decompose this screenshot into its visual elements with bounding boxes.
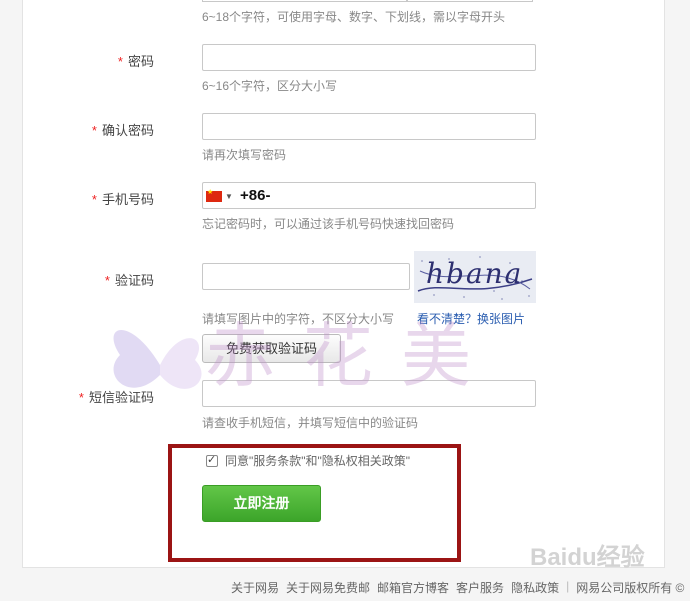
sms-code-hint: 请查收手机短信，并填写短信中的验证码	[202, 416, 419, 430]
sms-code-label: * 短信验证码	[78, 390, 154, 405]
password-label: * 密码	[117, 54, 154, 69]
footer-link-service[interactable]: 客户服务	[456, 579, 504, 596]
get-sms-code-button[interactable]: 免费获取验证码	[202, 334, 341, 363]
confirm-password-hint: 请再次填写密码	[202, 148, 287, 162]
phone-input[interactable]: ▼ +86-	[202, 182, 536, 209]
country-code: +86-	[240, 187, 271, 204]
captcha-hint: 请填写图片中的字符，不区分大小写	[202, 312, 395, 326]
country-select[interactable]: ▼	[206, 187, 236, 205]
china-flag-icon	[206, 188, 222, 202]
required-star: *	[78, 390, 84, 405]
phone-label: * 手机号码	[91, 192, 154, 207]
captcha-image[interactable]: hbana	[414, 251, 536, 303]
footer-link-blog[interactable]: 邮箱官方博客	[377, 579, 449, 596]
footer-link-about-mail[interactable]: 关于网易免费邮	[286, 579, 370, 596]
confirm-password-label: * 确认密码	[91, 123, 154, 138]
username-hint: 6~18个字符，可使用字母、数字、下划线，需以字母开头	[202, 10, 506, 24]
captcha-label: * 验证码	[104, 273, 154, 288]
required-star: *	[104, 273, 110, 288]
footer: 关于网易 关于网易免费邮 邮箱官方博客 客户服务 隐私政策 | 网易公司版权所有…	[231, 579, 690, 596]
email-domain-select[interactable]	[407, 0, 533, 2]
footer-separator: |	[566, 579, 570, 593]
required-star: *	[91, 192, 97, 207]
password-hint: 6~16个字符，区分大小写	[202, 79, 338, 93]
sms-code-input[interactable]	[202, 380, 536, 407]
username-input[interactable]	[202, 0, 407, 2]
highlight-box	[168, 444, 461, 562]
required-star: *	[117, 54, 123, 69]
refresh-captcha-link[interactable]: 看不清楚？换张图片	[417, 310, 525, 327]
footer-link-about[interactable]: 关于网易	[231, 579, 279, 596]
caret-down-icon: ▼	[225, 191, 233, 201]
captcha-text: hbana	[426, 257, 524, 290]
required-star: *	[91, 123, 97, 138]
captcha-input[interactable]	[202, 263, 410, 290]
footer-link-privacy[interactable]: 隐私政策	[511, 579, 559, 596]
footer-copyright: 网易公司版权所有 ©	[576, 581, 685, 595]
password-input[interactable]	[202, 44, 536, 71]
confirm-password-input[interactable]	[202, 113, 536, 140]
phone-hint: 忘记密码时，可以通过该手机号码快速找回密码	[202, 217, 455, 231]
